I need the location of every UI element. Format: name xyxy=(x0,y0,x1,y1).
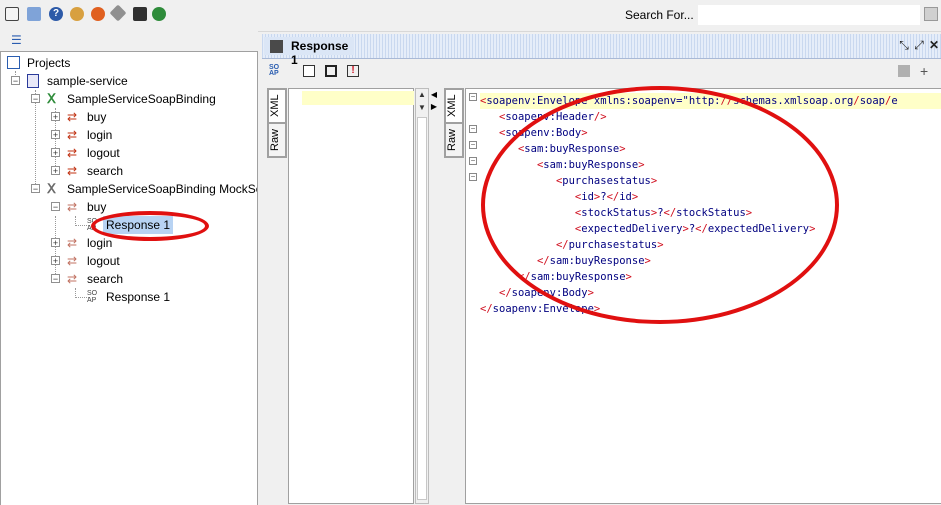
xml-line: <soapenv:Body> xyxy=(498,127,588,139)
projects-icon xyxy=(7,56,20,69)
help-icon[interactable]: ? xyxy=(49,7,63,21)
add-icon[interactable]: + xyxy=(920,64,932,78)
xml-line: <sam:buyResponse> xyxy=(536,159,645,171)
xml-line: <expectedDelivery>?</expectedDelivery> xyxy=(574,223,816,235)
interface-icon: Ⅹ xyxy=(47,91,56,106)
tab-layout-icon[interactable] xyxy=(898,65,910,77)
xml-line: <sam:buyResponse> xyxy=(517,143,626,155)
mock-operation-icon: ⇄ xyxy=(67,200,78,214)
expand-toggle[interactable]: + xyxy=(51,112,60,122)
fit-icon[interactable] xyxy=(303,65,315,77)
operation-icon: ⇄ xyxy=(67,128,78,142)
operation-icon: ⇄ xyxy=(67,110,78,124)
request-scrollbar[interactable]: ▲ ▼ xyxy=(415,88,429,504)
mock-operation-icon: ⇄ xyxy=(67,254,78,268)
save-all-icon[interactable] xyxy=(5,7,19,21)
error-icon[interactable]: ! xyxy=(347,65,359,77)
expand-toggle[interactable]: + xyxy=(51,148,60,158)
collapse-right-icon[interactable]: ▶ xyxy=(430,102,438,111)
copy-icon[interactable] xyxy=(27,7,41,21)
scroll-up-icon[interactable]: ▲ xyxy=(417,90,427,100)
tab-raw[interactable]: Raw xyxy=(445,123,463,157)
xml-line: </soapenv:Body> xyxy=(498,287,594,299)
fold-toggle[interactable]: − xyxy=(469,173,477,181)
navigator-header: ☰ xyxy=(0,31,258,51)
mock-response-icon xyxy=(270,40,283,53)
collapse-toggle[interactable]: − xyxy=(31,184,40,194)
response-xml-editor[interactable]: − − − − − <soapenv:Envelope xmlns:soapen… xyxy=(465,88,941,504)
soap-icon[interactable]: SO AP xyxy=(269,64,281,77)
xml-line: <soapenv:Envelope xmlns:soapenv="http://… xyxy=(480,93,941,109)
request-view-tabs: XML Raw xyxy=(267,88,287,158)
collapse-toggle[interactable]: − xyxy=(51,202,60,212)
globe-icon[interactable] xyxy=(152,7,166,21)
mock-operation-icon: ⇄ xyxy=(67,236,78,250)
fold-toggle[interactable]: − xyxy=(469,157,477,165)
tab-xml[interactable]: XML xyxy=(445,89,463,123)
current-line-highlight xyxy=(302,91,414,105)
operation-icon: ⇄ xyxy=(67,164,78,178)
editor-toolbar: SO AP ! + xyxy=(262,59,941,84)
response-view-tabs: XML Raw xyxy=(444,88,464,158)
navigator-tree: Projects − sample-service − Ⅹ SampleServ… xyxy=(0,51,258,505)
xml-line: <id>?</id> xyxy=(574,191,639,203)
stop-icon[interactable] xyxy=(325,65,337,77)
search-label: Search For... xyxy=(625,8,694,22)
collapse-toggle[interactable]: − xyxy=(31,94,40,104)
editor-splitter[interactable]: ◀ ▶ xyxy=(430,88,438,504)
close-icon[interactable]: ✕ xyxy=(927,38,941,52)
xml-line: <purchasestatus> xyxy=(555,175,658,187)
xml-line: <stockStatus>?</stockStatus> xyxy=(574,207,753,219)
expand-toggle[interactable]: + xyxy=(51,238,60,248)
expand-toggle[interactable]: + xyxy=(51,256,60,266)
xml-line: </sam:buyResponse> xyxy=(536,255,651,267)
collapse-left-icon[interactable]: ◀ xyxy=(430,90,438,99)
soap-response-icon: SO AP xyxy=(87,218,98,232)
search-input[interactable] xyxy=(698,5,920,25)
mock-service-icon: Ⅹ xyxy=(47,181,56,196)
fold-toggle[interactable]: − xyxy=(469,141,477,149)
expand-toggle[interactable]: + xyxy=(51,130,60,140)
project-icon xyxy=(27,74,39,88)
expand-toggle[interactable]: + xyxy=(51,166,60,176)
tab-xml[interactable]: XML xyxy=(268,89,286,123)
users-icon[interactable] xyxy=(70,7,84,21)
soap-response-icon: SO AP xyxy=(87,290,98,304)
minimize-icon[interactable]: ⤡ xyxy=(897,38,911,52)
xml-line: </soapenv:Envelope> xyxy=(480,303,601,315)
collapse-toggle[interactable]: − xyxy=(11,76,20,86)
fold-toggle[interactable]: − xyxy=(469,93,477,101)
search-options-icon[interactable] xyxy=(924,7,938,21)
scroll-thumb[interactable] xyxy=(417,117,427,500)
refresh-icon[interactable] xyxy=(91,7,105,21)
collapse-all-icon[interactable]: ☰ xyxy=(11,34,24,46)
main-toolbar: ? Search For... xyxy=(0,0,941,32)
request-editor-area[interactable] xyxy=(288,88,414,504)
fold-toggle[interactable]: − xyxy=(469,125,477,133)
tools-icon[interactable] xyxy=(109,4,127,22)
collapse-toggle[interactable]: − xyxy=(51,274,60,284)
restore-icon[interactable]: ⤢ xyxy=(912,38,926,52)
tag-icon[interactable] xyxy=(133,7,147,21)
tab-raw[interactable]: Raw xyxy=(268,123,286,157)
operation-icon: ⇄ xyxy=(67,146,78,160)
editor-titlebar: Response 1 ⤡ ⤢ ✕ xyxy=(262,34,941,67)
scroll-down-icon[interactable]: ▼ xyxy=(417,103,427,113)
response-editor: Response 1 ⤡ ⤢ ✕ SO AP ! + XML Raw ▲ ▼ ◀ … xyxy=(262,34,941,504)
xml-line: </sam:buyResponse> xyxy=(517,271,632,283)
mock-operation-icon: ⇄ xyxy=(67,272,78,286)
xml-line: </purchasestatus> xyxy=(555,239,664,251)
xml-line: <soapenv:Header/> xyxy=(498,111,607,123)
